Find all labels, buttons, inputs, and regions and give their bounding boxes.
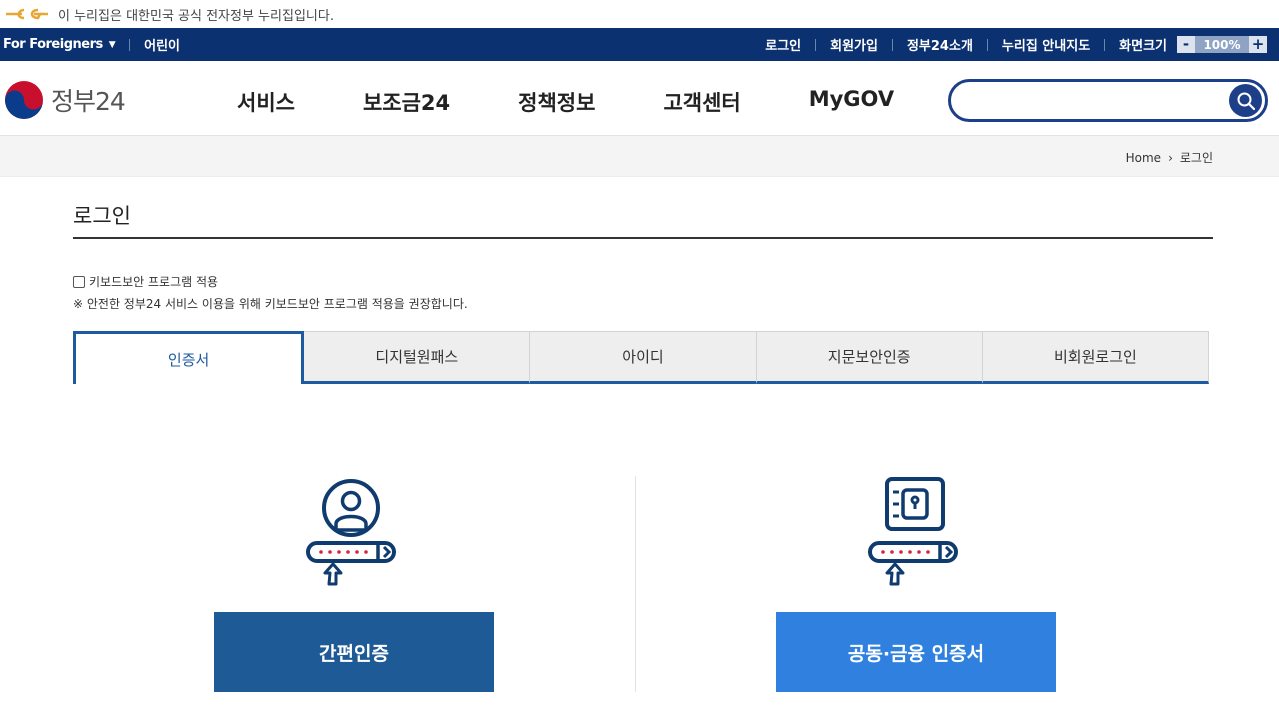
kids-link[interactable]: 어린이 <box>144 35 180 54</box>
taegeuk-logo-icon <box>5 81 43 119</box>
certificate-option: 공동·금융 인증서 <box>776 476 1056 692</box>
search-button[interactable] <box>1229 84 1262 117</box>
certificate-button[interactable]: 공동·금융 인증서 <box>776 612 1056 692</box>
nav-services[interactable]: 서비스 <box>237 87 295 117</box>
security-notice: ※ 안전한 정부24 서비스 이용을 위해 키보드보안 프로그램 적용을 권장합… <box>73 297 468 311</box>
for-foreigners-dropdown[interactable]: For Foreigners ▼ <box>3 37 116 52</box>
tab-digital-onepass[interactable]: 디지털원패스 <box>304 331 531 384</box>
zoom-value: 100% <box>1195 36 1249 53</box>
nav-mygov[interactable]: MyGOV <box>809 87 894 117</box>
site-logo[interactable]: 정부24 <box>3 79 126 121</box>
divider <box>129 38 131 51</box>
signup-link[interactable]: 회원가입 <box>830 35 878 54</box>
vertical-divider <box>635 476 636 692</box>
breadcrumb: Home › 로그인 <box>1126 149 1213 166</box>
divider <box>815 38 817 51</box>
page-title: 로그인 <box>73 176 1213 239</box>
chevron-right-icon: › <box>1168 150 1173 165</box>
breadcrumb-home[interactable]: Home <box>1126 151 1161 165</box>
safe-password-icon <box>868 477 958 586</box>
nav-subsidy24[interactable]: 보조금24 <box>363 87 450 117</box>
tab-fingerprint[interactable]: 지문보안인증 <box>756 331 983 384</box>
for-foreigners-label: For Foreigners <box>3 37 103 52</box>
user-password-icon <box>306 479 396 586</box>
keyboard-security-label[interactable]: 키보드보안 프로그램 적용 <box>89 273 218 290</box>
search-box <box>948 79 1268 122</box>
utility-bar: For Foreigners ▼ 어린이 로그인 회원가입 정부24소개 누리집… <box>0 28 1279 61</box>
site-header: 정부24 서비스 보조금24 정책정보 고객센터 MyGOV <box>0 61 1279 136</box>
sitemap-link[interactable]: 누리집 안내지도 <box>1002 35 1090 54</box>
gov-notice-bar: 이 누리집은 대한민국 공식 전자정부 누리집입니다. <box>0 0 1279 28</box>
login-options: 간편인증 공동·금융 인증서 <box>0 476 1279 719</box>
divider <box>1104 38 1106 51</box>
zoom-out-button[interactable]: - <box>1177 36 1195 53</box>
zoom-in-button[interactable]: + <box>1249 36 1267 53</box>
divider <box>891 38 893 51</box>
logo-text: 정부24 <box>51 87 126 116</box>
caret-down-icon: ▼ <box>108 39 116 50</box>
nav-customer-center[interactable]: 고객센터 <box>663 87 740 117</box>
about-link[interactable]: 정부24소개 <box>907 35 973 54</box>
tab-non-member[interactable]: 비회원로그인 <box>982 331 1210 384</box>
tab-id[interactable]: 아이디 <box>530 331 757 384</box>
login-link[interactable]: 로그인 <box>765 35 801 54</box>
nav-policy[interactable]: 정책정보 <box>518 87 595 117</box>
simple-auth-option: 간편인증 <box>214 476 494 692</box>
main-content: 로그인 키보드보안 프로그램 적용 ※ 안전한 정부24 서비스 이용을 위해 … <box>73 176 1213 384</box>
zoom-label: 화면크기 <box>1119 39 1167 54</box>
divider <box>986 38 988 51</box>
main-nav: 서비스 보조금24 정책정보 고객센터 MyGOV <box>237 87 962 117</box>
keyboard-security-checkbox[interactable] <box>73 275 85 288</box>
breadcrumb-bar: Home › 로그인 <box>0 136 1279 177</box>
gov-notice-text: 이 누리집은 대한민국 공식 전자정부 누리집입니다. <box>58 8 334 24</box>
search-input[interactable] <box>951 82 1221 119</box>
zoom-control: - 100% + <box>1177 36 1267 53</box>
login-tabs: 인증서 디지털원패스 아이디 지문보안인증 비회원로그인 <box>73 331 1210 384</box>
egov-mark-icon <box>6 8 48 20</box>
keyboard-security-option: 키보드보안 프로그램 적용 <box>73 273 1213 290</box>
tab-certificate[interactable]: 인증서 <box>73 331 305 384</box>
simple-auth-button[interactable]: 간편인증 <box>214 612 494 692</box>
breadcrumb-current: 로그인 <box>1179 151 1213 165</box>
search-icon <box>1237 92 1255 110</box>
